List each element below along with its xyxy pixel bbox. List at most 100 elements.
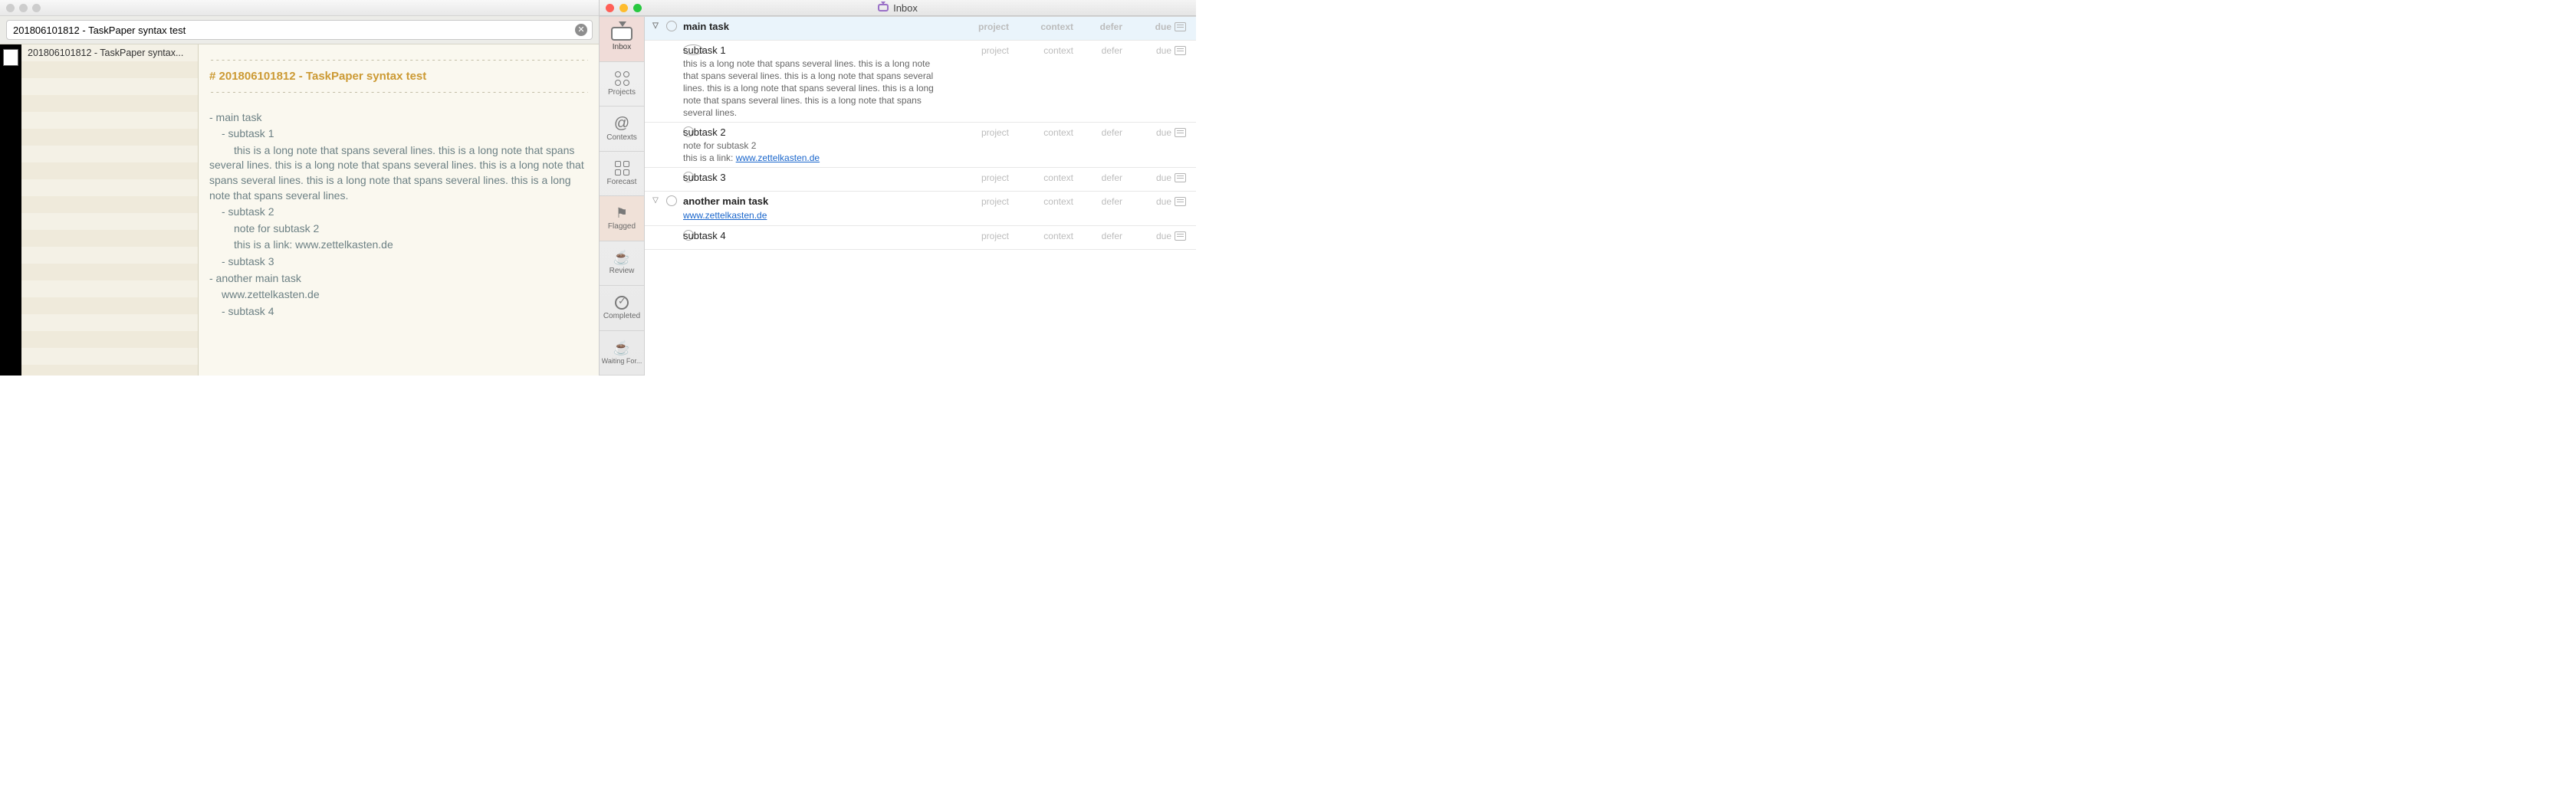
cup-icon xyxy=(613,251,630,264)
task-note-link[interactable]: www.zettelkasten.de xyxy=(736,153,820,163)
context-cell[interactable]: context xyxy=(1012,20,1073,32)
note-line: - another main task xyxy=(209,271,588,287)
project-cell[interactable]: project xyxy=(948,44,1009,56)
task-row[interactable]: subtask 1 this is a long note that spans… xyxy=(645,41,1196,123)
task-title[interactable]: subtask 4 xyxy=(683,229,945,243)
note-editor[interactable]: ----------------------------------------… xyxy=(199,44,599,376)
task-checkbox[interactable] xyxy=(666,195,677,206)
sidebar-item-label: Inbox xyxy=(613,43,631,51)
project-cell[interactable]: project xyxy=(948,126,1009,138)
search-input[interactable] xyxy=(12,24,575,37)
task-title[interactable]: subtask 1 xyxy=(683,44,945,57)
note-toggle-icon[interactable] xyxy=(1175,46,1186,55)
context-cell[interactable]: context xyxy=(1012,229,1073,241)
clear-search-icon[interactable]: ✕ xyxy=(575,24,587,36)
close-icon[interactable] xyxy=(606,4,614,12)
note-line: www.zettelkasten.de xyxy=(222,287,588,303)
zoom-icon[interactable] xyxy=(32,4,41,12)
due-cell[interactable]: due xyxy=(1125,195,1171,207)
note-line: note for subtask 2 xyxy=(234,221,588,238)
perspective-sidebar: Inbox Projects Contexts Forecast Flagged xyxy=(600,17,645,376)
sidebar-item-review[interactable]: Review xyxy=(600,241,644,287)
task-row[interactable]: subtask 2 note for subtask 2 this is a l… xyxy=(645,123,1196,168)
disclosure-icon[interactable]: ▽ xyxy=(648,20,663,30)
context-cell[interactable]: context xyxy=(1012,195,1073,207)
due-cell[interactable]: due xyxy=(1125,171,1171,183)
defer-cell[interactable]: defer xyxy=(1076,171,1122,183)
task-title[interactable]: subtask 3 xyxy=(683,171,945,185)
note-toggle-icon[interactable] xyxy=(1175,22,1186,31)
defer-cell[interactable]: defer xyxy=(1076,44,1122,56)
close-icon[interactable] xyxy=(6,4,15,12)
due-cell[interactable]: due xyxy=(1125,126,1171,138)
task-note: this is a link: www.zettelkasten.de xyxy=(683,152,945,164)
note-title: # 201806101812 - TaskPaper syntax test xyxy=(209,67,588,86)
note-line: - main task xyxy=(209,110,588,126)
notes-window: ✕ 201806101812 - TaskPaper syntax... ---… xyxy=(0,0,600,376)
task-note: note for subtask 2 xyxy=(683,139,945,152)
sidebar-item-flagged[interactable]: Flagged xyxy=(600,196,644,241)
flag-icon xyxy=(616,206,628,220)
project-cell[interactable]: project xyxy=(948,195,1009,207)
note-body[interactable]: - main task - subtask 1 this is a long n… xyxy=(209,110,588,320)
note-toggle-icon[interactable] xyxy=(1175,128,1186,137)
task-title[interactable]: main task xyxy=(683,21,729,32)
sidebar-item-completed[interactable]: Completed xyxy=(600,286,644,331)
defer-cell[interactable]: defer xyxy=(1076,20,1122,32)
sidebar-item-inbox[interactable]: Inbox xyxy=(600,17,644,62)
sidebar-item-projects[interactable]: Projects xyxy=(600,62,644,107)
task-row[interactable]: ▽ another main task www.zettelkasten.de … xyxy=(645,192,1196,225)
task-note-link[interactable]: www.zettelkasten.de xyxy=(683,210,767,221)
inbox-icon xyxy=(611,27,632,41)
titlebar: Inbox xyxy=(600,0,1196,16)
task-title[interactable]: subtask 2 xyxy=(683,126,945,139)
note-line: - subtask 4 xyxy=(222,303,588,320)
due-cell[interactable]: due xyxy=(1125,20,1171,32)
disclosure-icon[interactable]: ▽ xyxy=(648,195,663,205)
note-toggle-icon[interactable] xyxy=(1175,231,1186,241)
sidebar-item-waiting[interactable]: Waiting For... xyxy=(600,331,644,376)
list-item[interactable]: 201806101812 - TaskPaper syntax... xyxy=(21,44,198,61)
minimize-icon[interactable] xyxy=(619,4,628,12)
project-cell[interactable]: project xyxy=(948,20,1009,32)
minimize-icon[interactable] xyxy=(19,4,28,12)
note-list: 201806101812 - TaskPaper syntax... xyxy=(21,44,199,376)
defer-cell[interactable]: defer xyxy=(1076,229,1122,241)
note-toggle-icon[interactable] xyxy=(1175,197,1186,206)
task-list: ▽ main task project context defer due xyxy=(645,17,1196,376)
defer-cell[interactable]: defer xyxy=(1076,195,1122,207)
task-checkbox[interactable] xyxy=(666,21,677,31)
search-bar: ✕ xyxy=(0,16,599,44)
sidebar-item-label: Flagged xyxy=(608,222,636,231)
due-cell[interactable]: due xyxy=(1125,229,1171,241)
at-icon xyxy=(614,116,629,131)
task-row[interactable]: ▽ main task project context defer due xyxy=(645,17,1196,41)
note-rule: ----------------------------------------… xyxy=(209,54,588,67)
search-field-wrap: ✕ xyxy=(6,20,593,40)
project-cell[interactable]: project xyxy=(948,171,1009,183)
zoom-icon[interactable] xyxy=(633,4,642,12)
task-row[interactable]: subtask 4 project context defer due xyxy=(645,226,1196,250)
task-note: this is a long note that spans several l… xyxy=(683,57,945,120)
sidebar-item-label: Projects xyxy=(608,88,636,97)
context-cell[interactable]: context xyxy=(1012,171,1073,183)
titlebar xyxy=(0,0,599,16)
task-title[interactable]: another main task xyxy=(683,195,945,208)
sidebar-item-label: Forecast xyxy=(607,178,637,186)
context-cell[interactable]: context xyxy=(1012,126,1073,138)
window-title: Inbox xyxy=(893,2,918,14)
projects-icon xyxy=(615,71,629,86)
sidebar-item-forecast[interactable]: Forecast xyxy=(600,152,644,197)
sidebar-item-contexts[interactable]: Contexts xyxy=(600,107,644,152)
context-cell[interactable]: context xyxy=(1012,44,1073,56)
defer-cell[interactable]: defer xyxy=(1076,126,1122,138)
project-cell[interactable]: project xyxy=(948,229,1009,241)
note-rule: ----------------------------------------… xyxy=(209,86,588,99)
sidebar-item-label: Waiting For... xyxy=(602,357,642,365)
due-cell[interactable]: due xyxy=(1125,44,1171,56)
forecast-icon xyxy=(615,161,629,175)
task-row[interactable]: subtask 3 project context defer due xyxy=(645,168,1196,192)
note-line: - subtask 1 xyxy=(222,126,588,143)
note-toggle-icon[interactable] xyxy=(1175,173,1186,182)
note-line: this is a long note that spans several l… xyxy=(209,143,588,204)
